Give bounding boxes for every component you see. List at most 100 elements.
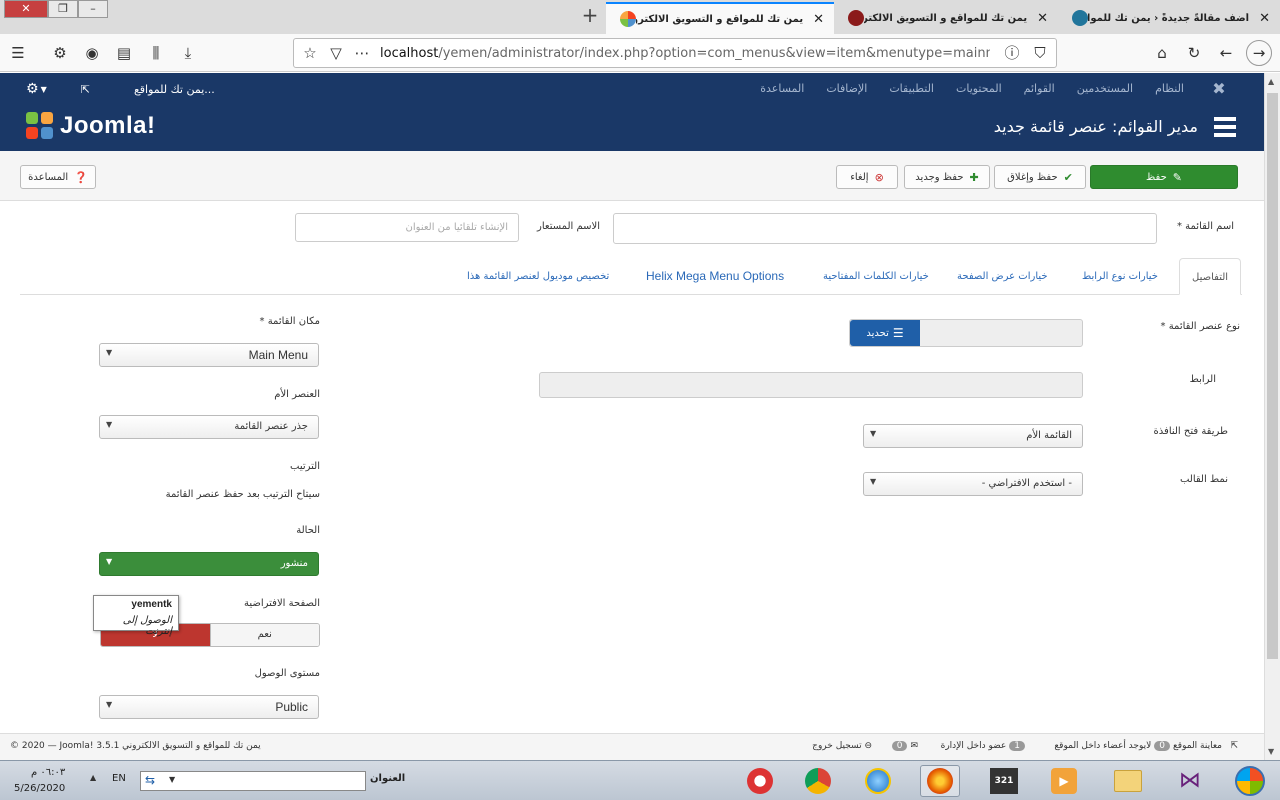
os-taskbar: ٠٦:٠٣ م 5/26/2020 EN ▲ ⇆ ▼ العنوان 321 ▶… bbox=[0, 760, 1280, 800]
cancel-button[interactable]: ⊗ إلغاء bbox=[836, 165, 898, 189]
taskbar-app-visual-studio[interactable]: ⋈ bbox=[1170, 765, 1210, 797]
access-select[interactable]: Public ▼ bbox=[99, 695, 319, 719]
tab-helix-mega-menu[interactable]: Helix Mega Menu Options bbox=[646, 258, 784, 295]
default-page-yes-button[interactable]: نعم bbox=[209, 624, 319, 646]
reload-icon[interactable]: ↻ bbox=[1184, 43, 1204, 63]
extension-icon[interactable]: ⚙ bbox=[50, 43, 70, 63]
plus-icon: ✚ bbox=[969, 170, 979, 184]
scroll-thumb[interactable] bbox=[1267, 93, 1278, 659]
joomla-logo[interactable]: Joomla! bbox=[26, 112, 156, 140]
tab-metadata[interactable]: خيارات الكلمات المفتاحية bbox=[823, 258, 929, 295]
site-link[interactable]: يمن تك للمواقع... bbox=[134, 83, 215, 96]
language-indicator[interactable]: EN bbox=[112, 773, 126, 784]
save-new-button[interactable]: ✚ حفظ وجديد bbox=[904, 165, 990, 189]
tab-details[interactable]: التفاصيل bbox=[1179, 258, 1242, 295]
copyright-text: © 2020 — Joomla! 3.5.1 يمن تك للمواقع و … bbox=[10, 741, 261, 751]
tooltip-subtitle: الوصول إلى إنترنت bbox=[122, 615, 172, 637]
tab-page-display[interactable]: خيارات عرض الصفحة bbox=[957, 258, 1048, 295]
close-icon[interactable]: ✕ bbox=[813, 12, 824, 27]
close-icon[interactable]: ✕ bbox=[1037, 11, 1048, 26]
window-minimize-button[interactable]: – bbox=[78, 0, 108, 18]
menu-title-input[interactable] bbox=[613, 213, 1157, 244]
logout-link[interactable]: ⊖ تسجيل خروج bbox=[812, 741, 872, 751]
scroll-down-icon[interactable]: ▼ bbox=[1268, 747, 1274, 756]
tab-module-assignment[interactable]: تخصيص موديول لعنصر القائمة هذا bbox=[467, 258, 609, 295]
save-button[interactable]: ✎ حفظ bbox=[1090, 165, 1238, 189]
more-icon[interactable]: ⋯ bbox=[352, 43, 372, 63]
admin-menu-system[interactable]: النظام bbox=[1155, 82, 1184, 95]
browser-tab[interactable]: ✕ يمن تك للمواقع و التسويق الالكتروني bbox=[834, 2, 1058, 34]
reader-view-icon[interactable]: ▤ bbox=[114, 43, 134, 63]
select-item-type-button[interactable]: ☰ تحديد bbox=[850, 320, 920, 346]
scroll-up-icon[interactable]: ▲ bbox=[1268, 77, 1274, 86]
browser-tab[interactable]: ✕ أضف مقالةً جديدةً ‹ يمن تك للمواقع و bbox=[1058, 2, 1280, 34]
admin-menu-content[interactable]: المحتويات bbox=[956, 82, 1002, 95]
back-arrow-icon[interactable]: → bbox=[1246, 40, 1272, 66]
url-bar[interactable]: ☆ ▽ ⋯ localhost/yemen/administrator/inde… bbox=[293, 38, 1057, 68]
admin-menu-extensions[interactable]: الإضافات bbox=[826, 82, 867, 95]
taskbar-app-internet-explorer[interactable] bbox=[858, 765, 898, 797]
preview-site-link[interactable]: معاينة الموقع0لايوجد أعضاء داخل الموقع bbox=[1054, 741, 1222, 751]
admin-menu-help[interactable]: المساعدة bbox=[760, 82, 804, 95]
window-close-button[interactable]: ✕ bbox=[4, 0, 48, 18]
alias-placeholder: الإنشاء تلقائيا من العنوان bbox=[405, 222, 508, 233]
system-clock[interactable]: ٠٦:٠٣ م 5/26/2020 bbox=[14, 765, 65, 797]
admin-menu: النظام المستخدمين القوائم المحتويات التط… bbox=[738, 82, 1184, 95]
status-label: الحالة bbox=[296, 525, 320, 536]
browser-tab-active[interactable]: ✕ يمن تك للمواقع و التسويق الالكتروني bbox=[606, 2, 834, 34]
user-gear-icon[interactable]: ⚙ bbox=[26, 81, 39, 97]
go-arrow-icon[interactable]: ⇆ bbox=[145, 773, 155, 787]
start-button[interactable] bbox=[1230, 765, 1270, 797]
alias-input[interactable]: الإنشاء تلقائيا من العنوان bbox=[295, 213, 519, 242]
taskbar-app-firefox[interactable] bbox=[920, 765, 960, 797]
url-text[interactable]: localhost/yemen/administrator/index.php?… bbox=[380, 46, 990, 61]
link-input[interactable] bbox=[539, 372, 1083, 398]
minus-icon: ⊖ bbox=[864, 741, 872, 751]
tab-link-type[interactable]: خيارات نوع الرابط bbox=[1082, 258, 1158, 295]
admin-menu-users[interactable]: المستخدمين bbox=[1077, 82, 1133, 95]
address-toolbar-label: العنوان bbox=[370, 773, 406, 784]
taskbar-app-file-explorer[interactable] bbox=[1108, 765, 1148, 797]
target-window-select[interactable]: القائمة الأم ▼ bbox=[863, 424, 1083, 448]
status-select[interactable]: منشور ▼ bbox=[99, 552, 319, 576]
shield-icon[interactable]: ⛉ bbox=[1030, 43, 1050, 63]
taskbar-app-media-player-classic[interactable]: 321 bbox=[984, 765, 1024, 797]
close-icon[interactable]: ✕ bbox=[1259, 11, 1270, 26]
parent-item-label: العنصر الأم bbox=[274, 389, 320, 400]
tray-expand-icon[interactable]: ▲ bbox=[90, 773, 96, 782]
new-tab-button[interactable]: + bbox=[578, 4, 602, 28]
joomla-icon[interactable]: ✖ bbox=[1210, 80, 1228, 98]
home-icon[interactable]: ⌂ bbox=[1152, 43, 1172, 63]
admin-menu-menus[interactable]: القوائم bbox=[1024, 82, 1055, 95]
download-icon[interactable]: ⤓ bbox=[178, 43, 198, 63]
window-restore-button[interactable]: ❐ bbox=[48, 0, 78, 18]
admins-count[interactable]: 1عضو داخل الإدارة bbox=[941, 741, 1028, 751]
menu-select[interactable]: Main Menu ▼ bbox=[99, 343, 319, 367]
pocket-icon[interactable]: ▽ bbox=[326, 43, 346, 63]
taskbar-app-recovery[interactable] bbox=[740, 765, 780, 797]
taskbar-app-media-player[interactable]: ▶ bbox=[1044, 765, 1084, 797]
help-button[interactable]: ❓ المساعدة bbox=[20, 165, 96, 189]
chevron-down-icon[interactable]: ▼ bbox=[169, 775, 175, 784]
save-close-button[interactable]: ✔ حفظ وإغلاق bbox=[994, 165, 1086, 189]
address-toolbar-input[interactable]: ⇆ ▼ bbox=[140, 771, 366, 791]
hamburger-menu-icon[interactable]: ☰ bbox=[8, 43, 28, 63]
messages-count[interactable]: ✉0 bbox=[889, 741, 918, 751]
joomla-favicon-icon bbox=[620, 11, 636, 27]
forward-arrow-icon[interactable]: ← bbox=[1216, 43, 1236, 63]
page-scrollbar[interactable]: ▲ ▼ bbox=[1264, 73, 1280, 760]
toolbar: ✎ حفظ ✔ حفظ وإغلاق ✚ حفظ وجديد ⊗ إلغاء ❓… bbox=[0, 151, 1264, 201]
bookmark-star-icon[interactable]: ☆ bbox=[300, 43, 320, 63]
admin-menu-bar: ✖ النظام المستخدمين القوائم المحتويات ال… bbox=[0, 73, 1264, 105]
chevron-down-icon[interactable]: ▼ bbox=[41, 85, 47, 94]
taskbar-app-chrome[interactable] bbox=[798, 765, 838, 797]
library-icon[interactable]: ⫼ bbox=[146, 43, 166, 63]
parent-item-select[interactable]: جذر عنصر القائمة ▼ bbox=[99, 415, 319, 439]
info-icon[interactable]: ⓘ bbox=[1002, 43, 1022, 63]
page-header: Joomla! مدير القوائم: عنصر قائمة جديد bbox=[0, 105, 1264, 151]
admin-menu-components[interactable]: التطبيقات bbox=[889, 82, 934, 95]
template-style-select[interactable]: - استخدم الافتراضي - ▼ bbox=[863, 472, 1083, 496]
account-icon[interactable]: ◉ bbox=[82, 43, 102, 63]
window-controls: ✕ ❐ – bbox=[4, 0, 108, 18]
external-link-icon[interactable]: ⇱ bbox=[81, 83, 90, 96]
